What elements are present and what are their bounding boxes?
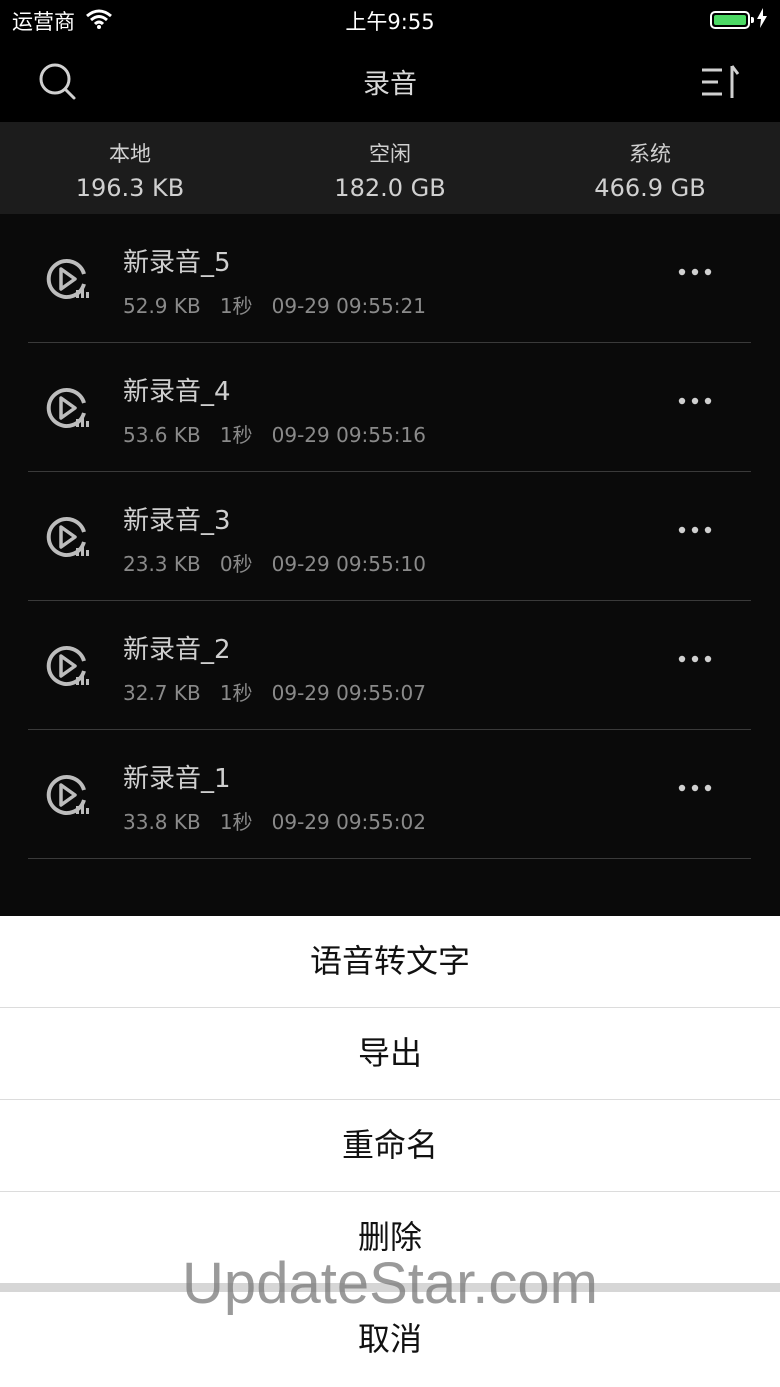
storage-system: 系统 466.9 GB <box>594 142 706 202</box>
recording-title: 新录音_2 <box>123 635 231 665</box>
recording-meta: 53.6 KB 1秒 09-29 09:55:16 <box>123 419 426 448</box>
recording-duration: 0秒 <box>219 552 253 576</box>
battery-fill <box>714 15 746 25</box>
page-title: 录音 <box>363 69 417 100</box>
recording-date: 09-29 09:55:07 <box>271 681 426 705</box>
cancel-button[interactable]: 取消 <box>0 1292 780 1387</box>
more-icon[interactable] <box>677 262 713 282</box>
recording-size: 53.6 KB <box>123 423 201 447</box>
sheet-divider <box>0 1283 780 1292</box>
list-item[interactable]: 新录音_1 33.8 KB 1秒 09-29 09:55:02 <box>28 730 751 859</box>
recording-title: 新录音_4 <box>123 377 231 407</box>
more-icon[interactable] <box>677 391 713 411</box>
recording-title: 新录音_1 <box>123 764 231 794</box>
recording-duration: 1秒 <box>219 810 253 834</box>
play-icon[interactable] <box>44 256 90 302</box>
status-bar: 运营商 上午9:55 <box>0 0 780 40</box>
recording-title: 新录音_5 <box>123 248 231 278</box>
recording-meta: 32.7 KB 1秒 09-29 09:55:07 <box>123 677 426 706</box>
recording-size: 32.7 KB <box>123 681 201 705</box>
recording-date: 09-29 09:55:21 <box>271 294 426 318</box>
recording-duration: 1秒 <box>219 294 253 318</box>
list-item[interactable]: 新录音_5 52.9 KB 1秒 09-29 09:55:21 <box>28 214 751 343</box>
recording-list: 新录音_5 52.9 KB 1秒 09-29 09:55:21 新录音_4 53… <box>0 214 780 916</box>
list-item[interactable]: 新录音_2 32.7 KB 1秒 09-29 09:55:07 <box>28 601 751 730</box>
battery-icon <box>710 11 754 29</box>
recording-duration: 1秒 <box>219 423 253 447</box>
export-button[interactable]: 导出 <box>0 1008 780 1100</box>
recording-meta: 52.9 KB 1秒 09-29 09:55:21 <box>123 290 426 319</box>
recording-meta: 23.3 KB 0秒 09-29 09:55:10 <box>123 548 426 577</box>
list-item[interactable]: 新录音_4 53.6 KB 1秒 09-29 09:55:16 <box>28 343 751 472</box>
more-icon[interactable] <box>677 649 713 669</box>
nav-bar: 录音 <box>0 40 780 122</box>
speech-to-text-button[interactable]: 语音转文字 <box>0 916 780 1008</box>
delete-button[interactable]: 删除 <box>0 1192 780 1283</box>
recording-size: 23.3 KB <box>123 552 201 576</box>
storage-free: 空闲 182.0 GB <box>334 142 446 202</box>
recording-date: 09-29 09:55:16 <box>271 423 426 447</box>
play-icon[interactable] <box>44 385 90 431</box>
recording-date: 09-29 09:55:02 <box>271 810 426 834</box>
storage-summary: 本地 196.3 KB 空闲 182.0 GB 系统 466.9 GB <box>0 122 780 214</box>
charging-icon <box>756 8 768 32</box>
recording-duration: 1秒 <box>219 681 253 705</box>
recording-size: 52.9 KB <box>123 294 201 318</box>
play-icon[interactable] <box>44 514 90 560</box>
more-icon[interactable] <box>677 520 713 540</box>
list-item[interactable]: 新录音_3 23.3 KB 0秒 09-29 09:55:10 <box>28 472 751 601</box>
play-icon[interactable] <box>44 643 90 689</box>
recording-title: 新录音_3 <box>123 506 231 536</box>
sort-icon[interactable] <box>700 62 742 102</box>
play-icon[interactable] <box>44 772 90 818</box>
more-icon[interactable] <box>677 778 713 798</box>
storage-local: 本地 196.3 KB <box>75 142 185 202</box>
action-sheet: 语音转文字 导出 重命名 删除 取消 <box>0 916 780 1387</box>
recording-size: 33.8 KB <box>123 810 201 834</box>
rename-button[interactable]: 重命名 <box>0 1100 780 1192</box>
recording-date: 09-29 09:55:10 <box>271 552 426 576</box>
status-time: 上午9:55 <box>345 10 435 34</box>
recording-meta: 33.8 KB 1秒 09-29 09:55:02 <box>123 806 426 835</box>
